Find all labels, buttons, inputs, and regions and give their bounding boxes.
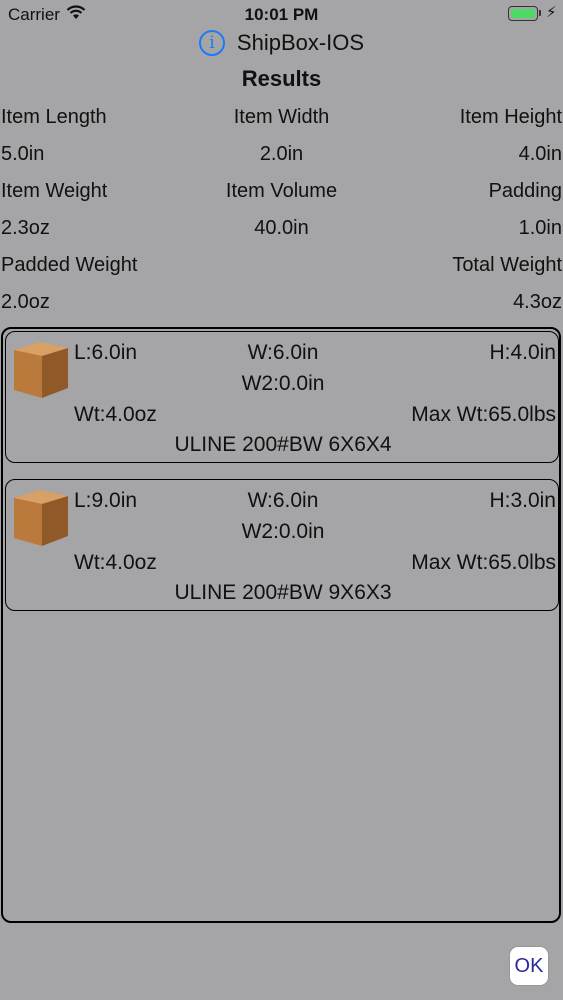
box-w2: W2:0.0in: [241, 372, 325, 395]
ok-button[interactable]: OK: [509, 946, 549, 986]
box-width: W:6.0in: [247, 341, 319, 364]
item-height-value: 4.0in: [518, 143, 562, 165]
total-weight-label: Total Weight: [452, 254, 562, 276]
box-name: ULINE 200#BW 9X6X3: [174, 581, 392, 604]
results-row: 5.0in 2.0in 4.0in: [0, 143, 563, 173]
box-height: H:3.0in: [489, 489, 556, 512]
clock-time: 10:01 PM: [244, 5, 319, 24]
padded-weight-value: 2.0oz: [1, 291, 50, 313]
box-weight: Wt:4.0oz: [74, 551, 157, 574]
charging-icon: ⚡: [546, 4, 557, 21]
item-height-label: Item Height: [459, 106, 562, 128]
results-title: Results: [241, 66, 322, 91]
results-row: Padded Weight Total Weight: [0, 254, 563, 284]
results-row: Item Weight Item Volume Padding: [0, 180, 563, 210]
app-header: i ShipBox-IOS: [0, 26, 563, 60]
box-list-item[interactable]: L:9.0in W:6.0in H:3.0in W2:0.0in Wt:4.0o…: [5, 479, 559, 611]
box-weight: Wt:4.0oz: [74, 403, 157, 426]
info-icon[interactable]: i: [198, 30, 225, 56]
battery-tip: [539, 10, 541, 16]
battery-icon: [508, 6, 538, 21]
results-row: 2.3oz 40.0in 1.0in: [0, 217, 563, 247]
results-row: 2.0oz 4.3oz: [0, 291, 563, 321]
box-max-weight: Max Wt:65.0lbs: [411, 403, 556, 426]
box-list[interactable]: L:6.0in W:6.0in H:4.0in W2:0.0in Wt:4.0o…: [1, 327, 561, 923]
results-row: Item Length Item Width Item Height: [0, 106, 563, 136]
box-w2: W2:0.0in: [241, 520, 325, 543]
box-name: ULINE 200#BW 6X6X4: [174, 433, 392, 456]
item-width-value: 2.0in: [259, 143, 304, 165]
item-volume-label: Item Volume: [225, 180, 338, 202]
padding-value: 1.0in: [518, 217, 562, 239]
box-list-item[interactable]: L:6.0in W:6.0in H:4.0in W2:0.0in Wt:4.0o…: [5, 331, 559, 463]
total-weight-value: 4.3oz: [513, 291, 562, 313]
app-title: ShipBox-IOS: [236, 30, 365, 55]
box-width: W:6.0in: [247, 489, 319, 512]
padding-label: Padding: [488, 180, 562, 202]
padded-weight-label: Padded Weight: [1, 254, 138, 276]
box-height: H:4.0in: [489, 341, 556, 364]
item-volume-value: 40.0in: [254, 217, 309, 239]
box-max-weight: Max Wt:65.0lbs: [411, 551, 556, 574]
